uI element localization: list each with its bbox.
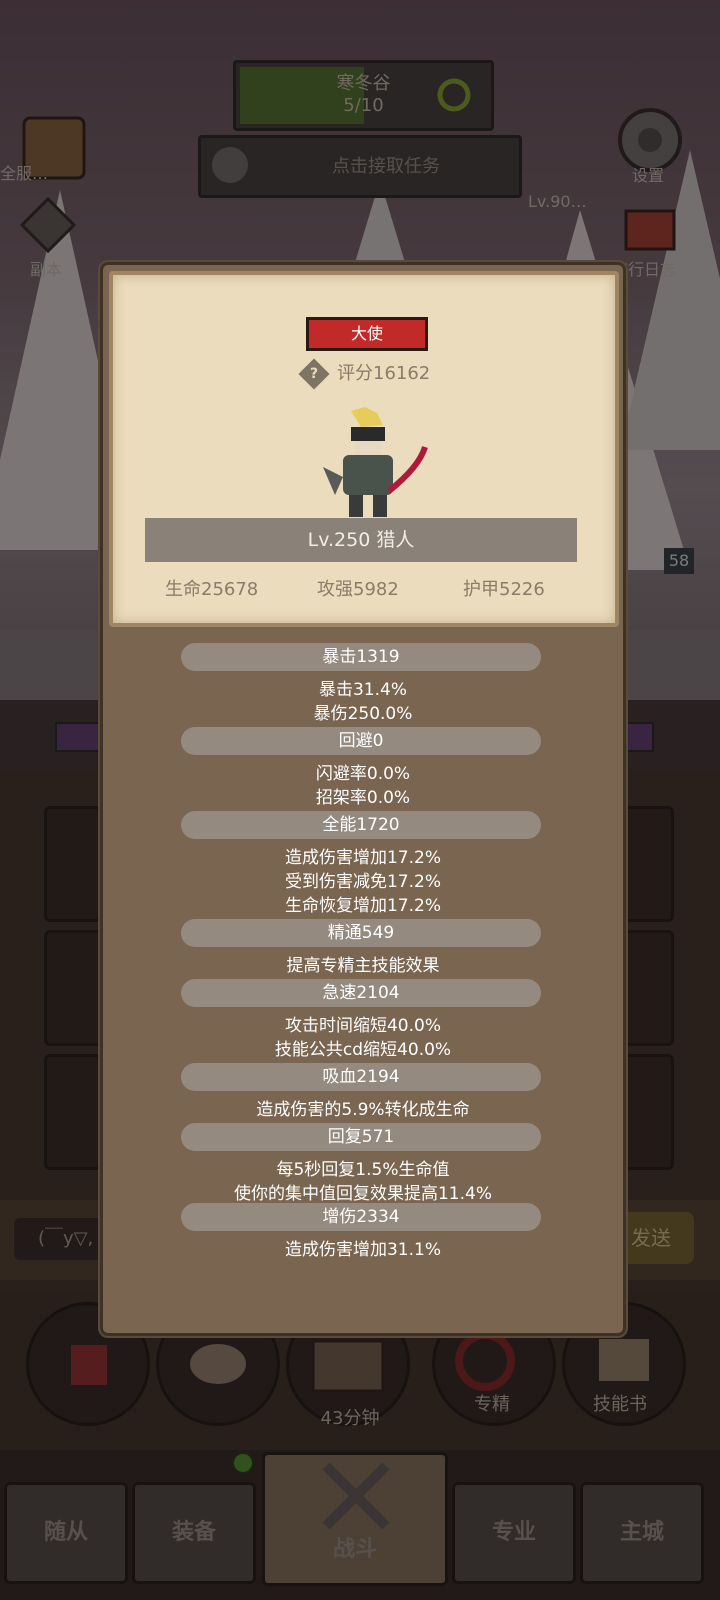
section-line: 造成伤害的5.9%转化成生命 (256, 1100, 470, 1120)
section-versatility-head: 全能1720 (181, 811, 541, 839)
section-line: 攻击时间缩短40.0% (284, 1016, 441, 1036)
section-avoid-head: 回避0 (181, 727, 541, 755)
section-regen-head: 回复571 (181, 1123, 541, 1151)
section-line: 闪避率0.0% (315, 764, 411, 784)
character-card: 大使 ? 评分16162 Lv.250 猎人 生命25678 攻强5982 护甲5… (109, 271, 619, 627)
section-crit-head: 暴击1319 (181, 643, 541, 671)
section-line: 造成伤害增加31.1% (284, 1240, 441, 1260)
section-damage-head: 增伤2334 (181, 1203, 541, 1231)
character-stats-popup: 大使 ? 评分16162 Lv.250 猎人 生命25678 攻强5982 护甲5… (100, 262, 626, 1336)
character-name-bar: Lv.250 猎人 (145, 518, 577, 562)
section-line: 每5秒回复1.5%生命值 (276, 1160, 450, 1180)
section-haste-head: 急速2104 (181, 979, 541, 1007)
section-leech-head: 吸血2194 (181, 1063, 541, 1091)
section-line: 提高专精主技能效果 (286, 956, 440, 976)
stat-armor: 护甲5226 (463, 579, 545, 600)
section-line: 暴伤250.0% (313, 704, 413, 724)
score-value: 评分16162 (337, 363, 431, 384)
title-badge: 大使 (306, 317, 428, 351)
hunter-character-icon (323, 407, 428, 517)
section-line: 造成伤害增加17.2% (284, 848, 441, 868)
help-icon[interactable]: ? (298, 358, 330, 390)
section-line: 生命恢复增加17.2% (284, 896, 441, 916)
section-line: 技能公共cd缩短40.0% (274, 1040, 452, 1060)
section-mastery-head: 精通549 (181, 919, 541, 947)
section-line: 使你的集中值回复效果提高11.4% (233, 1184, 492, 1204)
score-row: ? 评分16162 (298, 358, 431, 390)
stat-attack: 攻强5982 (317, 579, 399, 600)
section-line: 暴击31.4% (318, 680, 407, 700)
stat-hp: 生命25678 (165, 579, 259, 600)
section-line: 受到伤害减免17.2% (284, 872, 441, 892)
section-line: 招架率0.0% (315, 788, 411, 808)
